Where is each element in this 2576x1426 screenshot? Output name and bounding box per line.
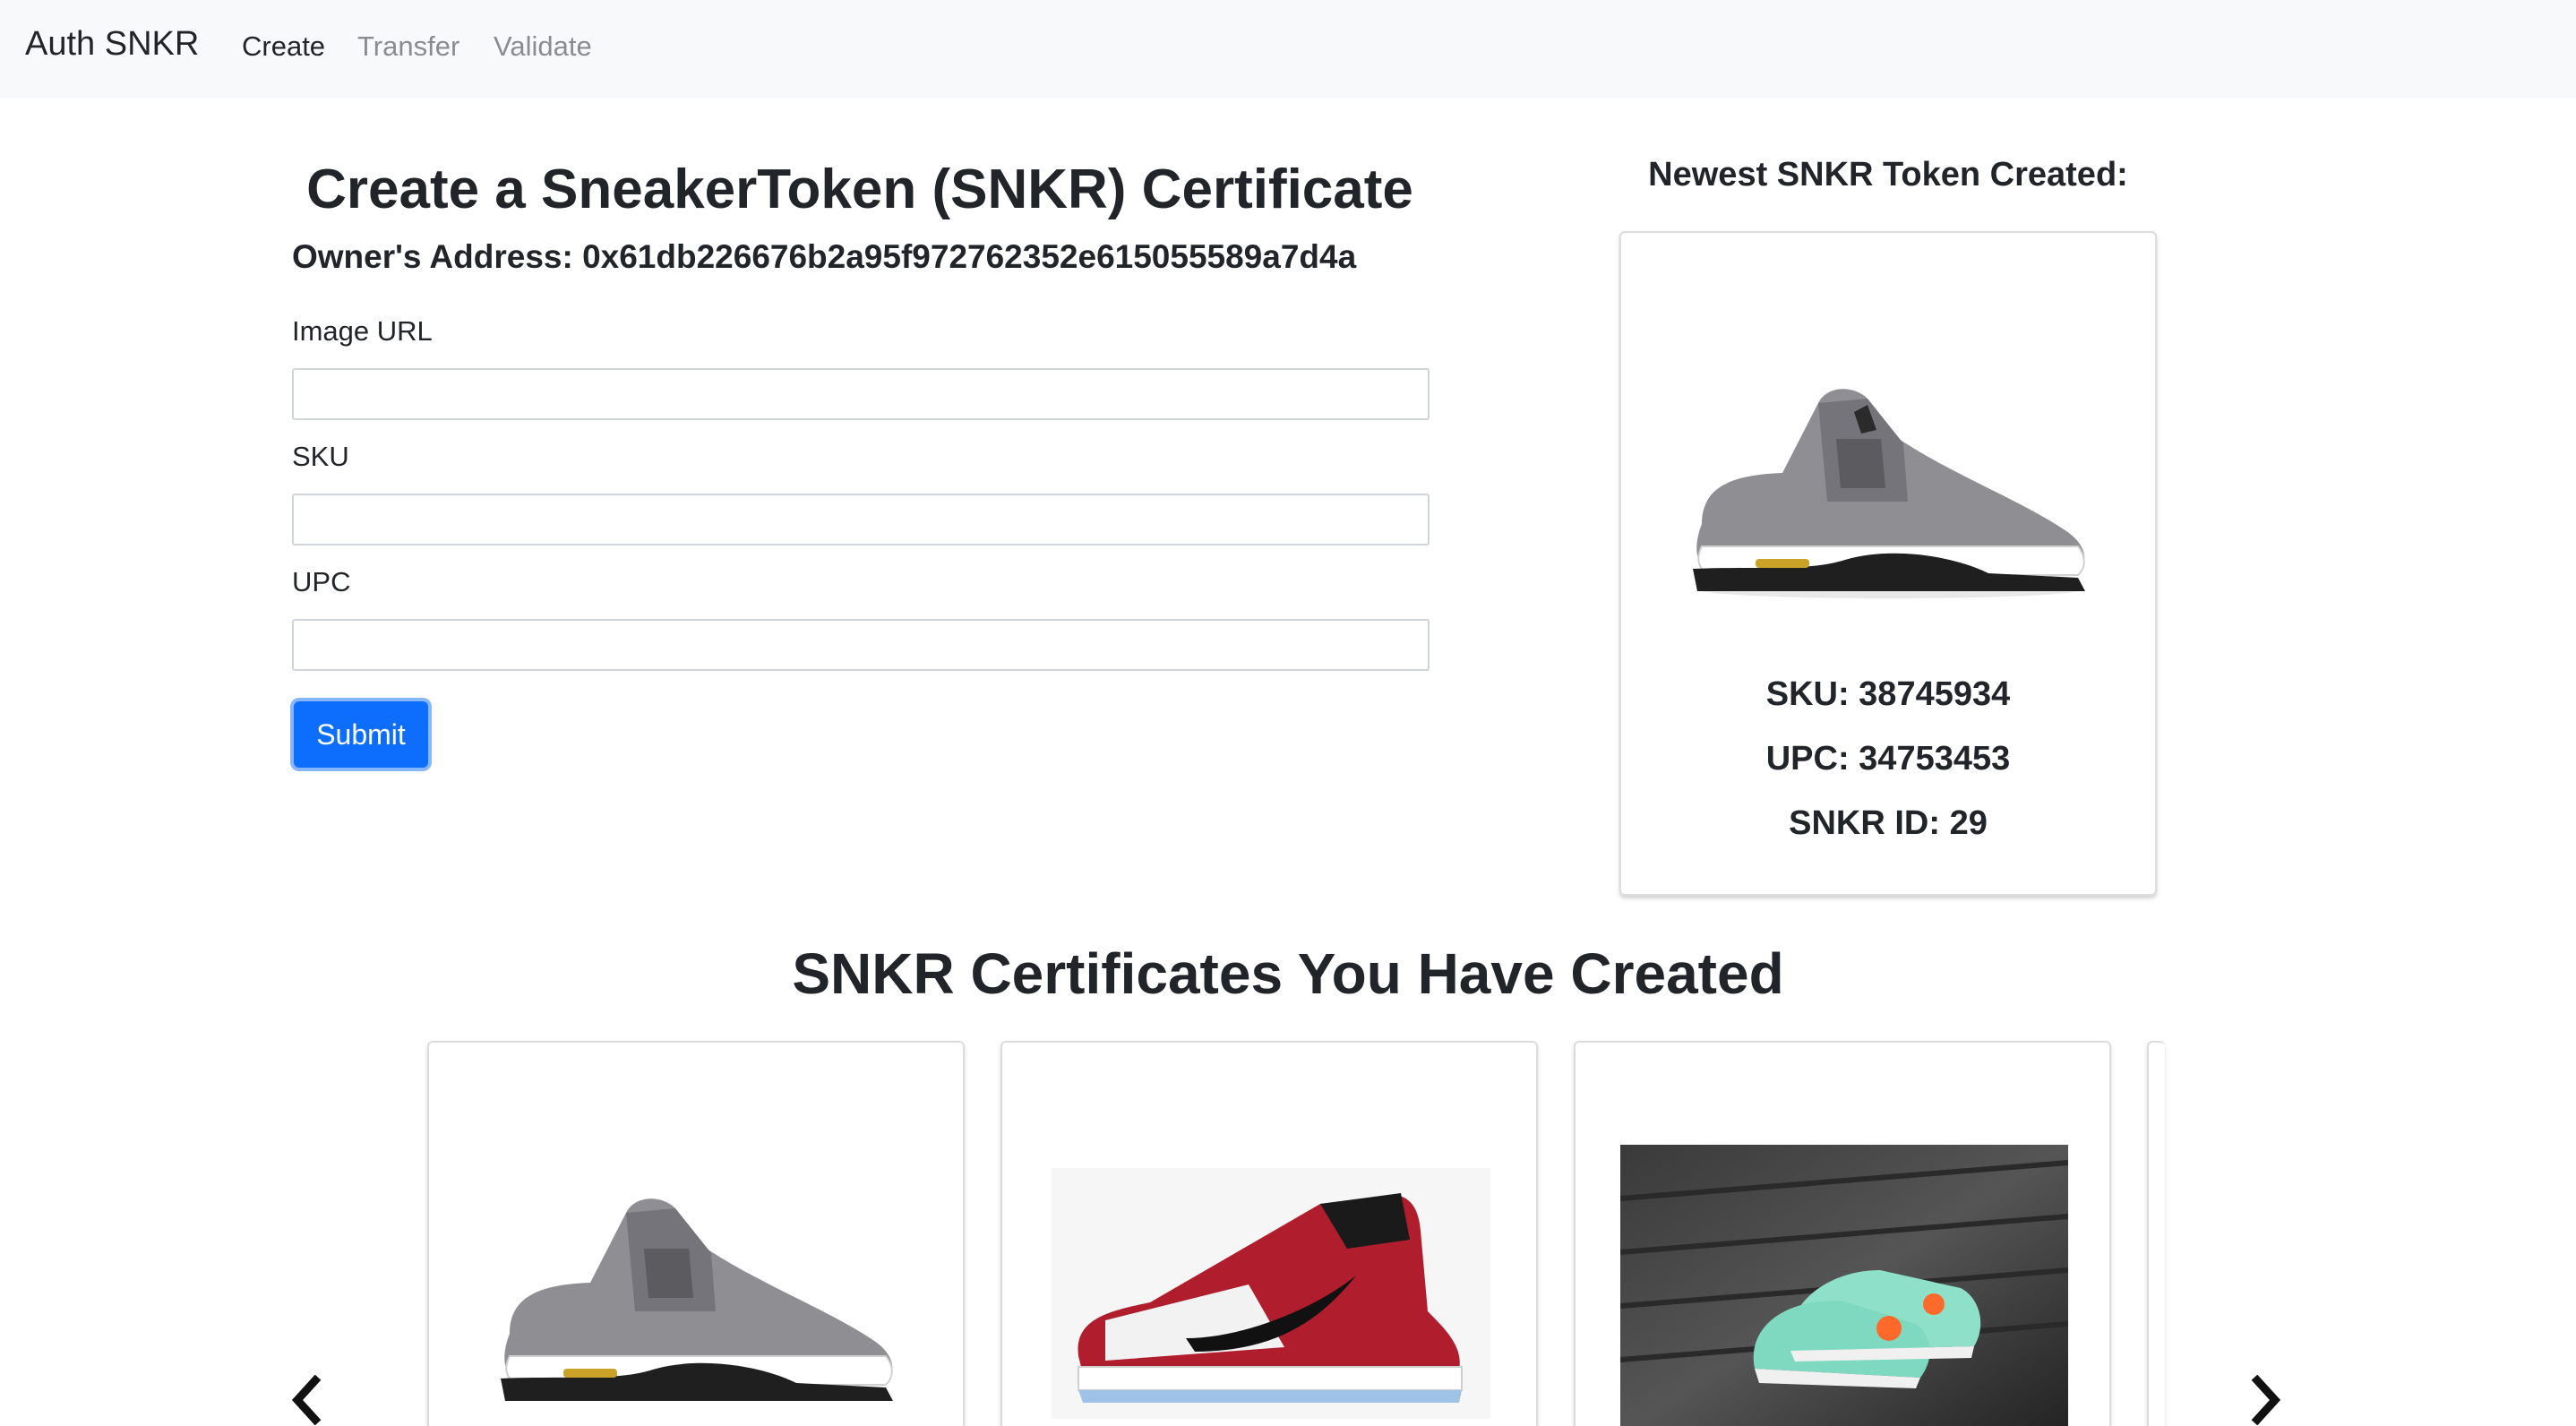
newest-token-title: Newest SNKR Token Created: [1648, 156, 2128, 193]
submit-button[interactable]: Submit [290, 698, 432, 771]
chevron-left-icon[interactable] [288, 1375, 324, 1425]
certificate-card-partial[interactable] [2147, 1041, 2165, 1426]
newest-token-card: SKU: 38745934 UPC: 34753453 SNKR ID: 29 [1619, 231, 2157, 896]
certificates-title: SNKR Certificates You Have Created [792, 941, 1784, 1006]
owner-address: Owner's Address: 0x61db226676b2a95f97276… [292, 238, 1357, 275]
sku-label: SKU [292, 441, 349, 472]
sku-input[interactable] [292, 494, 1430, 545]
certificate-card[interactable] [427, 1041, 965, 1426]
image-url-label: Image URL [292, 315, 433, 347]
upc-label: UPC [292, 566, 351, 597]
certificate-card[interactable] [1000, 1041, 1538, 1426]
mint-sneaker-photo [1620, 1145, 2068, 1426]
newest-upc: UPC: 34753453 [1765, 740, 2011, 777]
nav-link-validate[interactable]: Validate [494, 30, 592, 63]
nav-link-transfer[interactable]: Transfer [357, 30, 459, 63]
navbar: Auth SNKR Create Transfer Validate [0, 0, 2576, 98]
newest-snkr-id: SNKR ID: 29 [1789, 804, 1988, 842]
page-title: Create a SneakerToken (SNKR) Certificate [306, 159, 1413, 220]
red-sneaker-icon [1052, 1168, 1490, 1419]
navbar-brand[interactable]: Auth SNKR [25, 25, 199, 64]
grey-sneaker-icon [1684, 367, 2096, 609]
upc-input[interactable] [292, 619, 1430, 671]
certificate-card[interactable] [1574, 1041, 2111, 1426]
grey-sneaker-icon [492, 1177, 904, 1419]
newest-sku: SKU: 38745934 [1765, 675, 2011, 713]
image-url-input[interactable] [292, 368, 1430, 420]
nav-link-create[interactable]: Create [242, 30, 325, 63]
chevron-right-icon[interactable] [2248, 1375, 2284, 1425]
